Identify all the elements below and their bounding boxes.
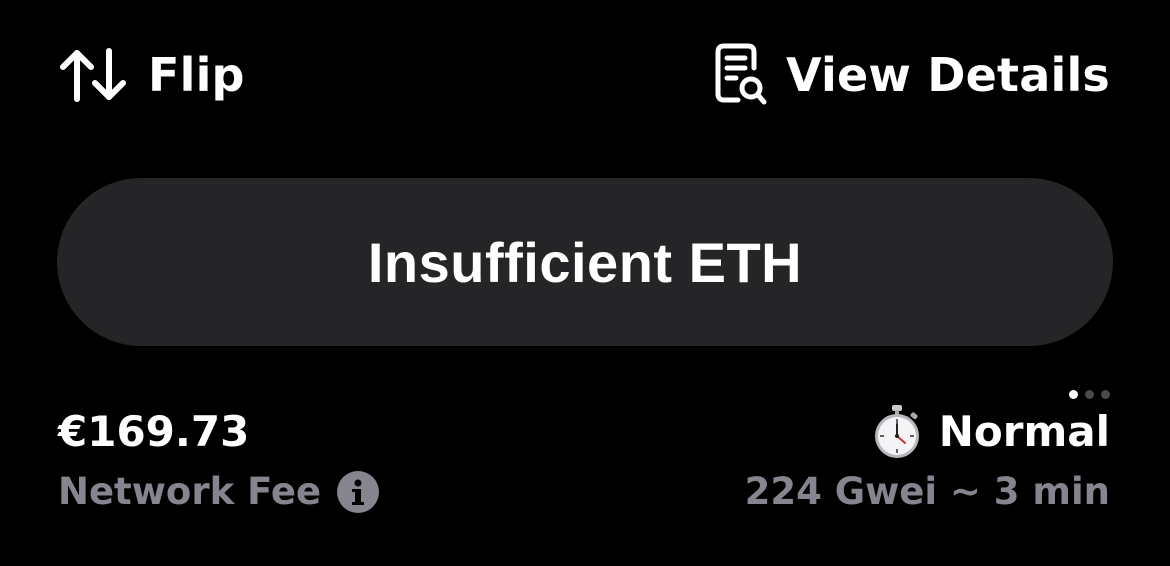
insufficient-eth-button[interactable]: Insufficient ETH <box>57 178 1113 346</box>
network-fee-block: €169.73 Network Fee <box>58 404 380 518</box>
pager-dot-1[interactable] <box>1069 390 1078 399</box>
receipt-search-icon <box>714 42 768 108</box>
speed-detail: 224 Gwei ~ 3 min <box>744 470 1110 513</box>
view-details-button[interactable]: View Details <box>714 42 1110 108</box>
fee-amount: €169.73 <box>58 407 250 456</box>
fee-label: Network Fee <box>58 470 322 513</box>
speed-label: Normal <box>938 407 1110 456</box>
stopwatch-icon <box>871 404 923 460</box>
info-icon[interactable] <box>337 471 380 513</box>
pager-dot-2[interactable] <box>1085 390 1094 399</box>
speed-row: Normal <box>745 404 1110 460</box>
flip-button[interactable]: Flip <box>58 47 245 103</box>
gas-speed-selector[interactable]: Normal 224 Gwei ~ 3 min <box>745 404 1110 518</box>
arrows-up-down-icon <box>58 47 128 103</box>
view-details-label: View Details <box>786 48 1110 102</box>
action-row: Flip View Details <box>58 40 1110 110</box>
flip-label: Flip <box>148 48 245 102</box>
pager-dots[interactable] <box>1069 390 1110 399</box>
pager-dot-3[interactable] <box>1101 390 1110 399</box>
fee-label-row: Network Fee <box>58 466 380 518</box>
